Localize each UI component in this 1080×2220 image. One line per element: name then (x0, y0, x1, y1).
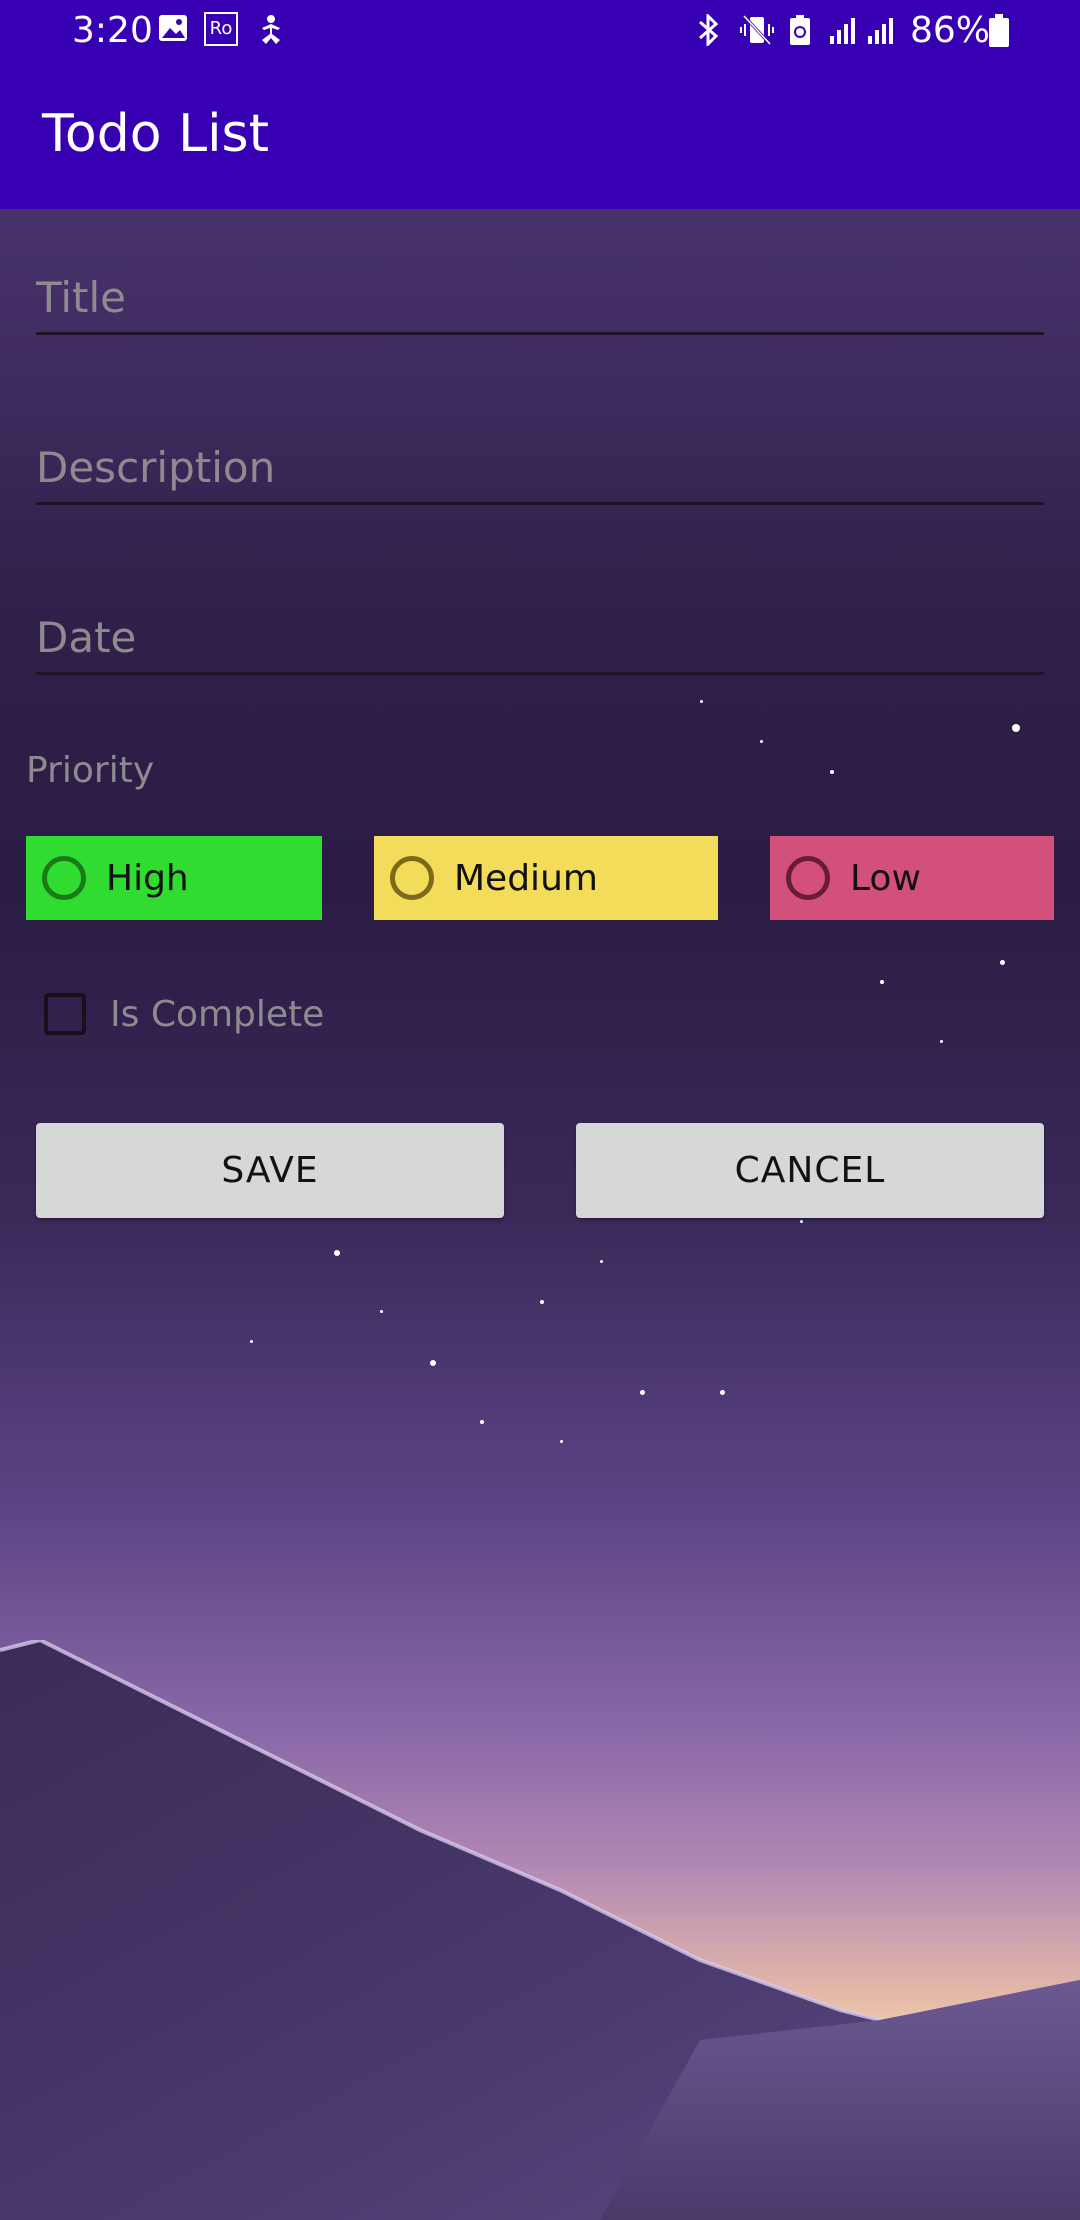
vibrate-icon (740, 14, 774, 46)
star (800, 1220, 803, 1223)
priority-medium-radio[interactable]: Medium (374, 836, 718, 920)
signal-icon (866, 14, 898, 46)
star (600, 1260, 603, 1263)
battery-icon (988, 14, 1010, 47)
star (540, 1300, 544, 1304)
yoga-icon (256, 14, 286, 46)
cancel-button[interactable]: CANCEL (576, 1123, 1044, 1218)
star (1012, 724, 1020, 732)
priority-low-label: Low (850, 857, 921, 899)
radio-circle-icon (786, 856, 830, 900)
star (480, 1420, 484, 1424)
status-bar: 3:20 Ro 86% (0, 0, 1080, 62)
radio-circle-icon (390, 856, 434, 900)
battery-saver-icon (788, 14, 812, 46)
star (940, 1040, 943, 1043)
bluetooth-icon (694, 12, 722, 48)
star (760, 740, 763, 743)
status-time: 3:20 (72, 10, 153, 51)
radio-circle-icon (42, 856, 86, 900)
star (1000, 960, 1005, 965)
star (430, 1360, 436, 1366)
star (560, 1440, 563, 1443)
signal-icon (828, 14, 860, 46)
save-button[interactable]: SAVE (36, 1123, 504, 1218)
todo-screen: 3:20 Ro 86% Todo List Title Description … (0, 0, 1080, 2220)
description-input[interactable] (36, 443, 1044, 492)
priority-high-label: High (106, 857, 189, 899)
star (700, 700, 703, 703)
gallery-icon (158, 14, 188, 46)
priority-low-radio[interactable]: Low (770, 836, 1054, 920)
is-complete-checkbox-row[interactable]: Is Complete (44, 990, 324, 1038)
star (334, 1250, 340, 1256)
description-field[interactable] (36, 422, 1044, 505)
priority-high-radio[interactable]: High (26, 836, 322, 920)
priority-label: Priority (26, 750, 155, 791)
hills-background (0, 1640, 1080, 2220)
is-complete-label: Is Complete (110, 993, 325, 1035)
is-complete-checkbox[interactable] (44, 993, 86, 1035)
priority-medium-label: Medium (454, 857, 598, 899)
app-title: Todo List (42, 104, 269, 164)
date-field[interactable] (36, 592, 1044, 675)
star (720, 1390, 725, 1395)
title-input[interactable] (36, 273, 1044, 322)
date-input[interactable] (36, 613, 1044, 662)
star (830, 770, 834, 774)
title-field[interactable] (36, 252, 1044, 335)
app-bar: Todo List (0, 62, 1080, 209)
ro-badge-icon: Ro (204, 12, 238, 46)
star (880, 980, 884, 984)
star (250, 1340, 253, 1343)
battery-percentage: 86% (910, 10, 991, 51)
star (640, 1390, 645, 1395)
star (380, 1310, 383, 1313)
